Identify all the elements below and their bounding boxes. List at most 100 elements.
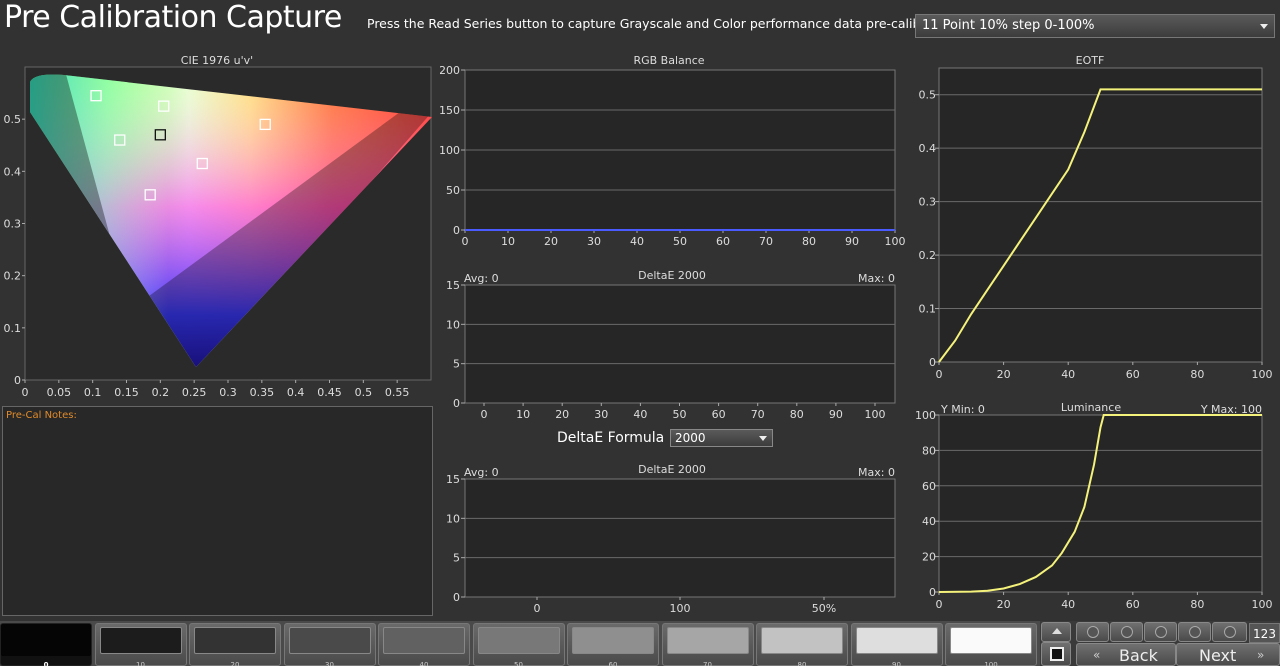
y-tick-label: 0.1 — [919, 303, 937, 316]
back-button[interactable]: « Back — [1076, 643, 1176, 666]
y-tick-label: 150 — [440, 104, 460, 117]
patch-swatch[interactable]: 50 — [472, 623, 565, 666]
read-series-button[interactable] — [1110, 622, 1143, 642]
patch-label: 80 — [797, 661, 807, 666]
patch-label: 0 — [43, 661, 49, 666]
patch-swatch[interactable]: 80 — [756, 623, 848, 666]
x-tick-label: 0 — [936, 598, 943, 611]
y-tick-label: 0.4 — [4, 165, 22, 178]
patch-label: 60 — [608, 661, 618, 666]
double-chevron-right-icon: » — [1257, 648, 1265, 662]
luminance-ymin: Y Min: 0 — [940, 403, 985, 416]
x-tick-label: 40 — [1061, 368, 1075, 381]
x-tick-label: 100 — [885, 235, 906, 248]
patch-color-chip — [855, 627, 938, 654]
deltae-gray-max: Max: 0 — [858, 272, 895, 285]
x-tick-label: 70 — [751, 408, 765, 418]
x-tick-label: 60 — [716, 235, 730, 248]
chevron-down-icon — [1260, 24, 1268, 29]
patch-label: 90 — [892, 661, 901, 666]
x-tick-label: 20 — [997, 368, 1011, 381]
x-tick-label: 40 — [630, 235, 644, 248]
x-tick-label: 70 — [759, 235, 773, 248]
patch-label: 70 — [703, 661, 712, 666]
y-tick-label: 0 — [453, 397, 460, 410]
continuous-button[interactable] — [1178, 622, 1211, 642]
x-tick-label: 0.2 — [152, 386, 170, 399]
patch-swatch[interactable]: 70 — [661, 623, 754, 666]
patch-color-chip — [1, 624, 91, 656]
x-tick-label: 90 — [829, 408, 843, 418]
x-tick-label: 10 — [501, 235, 515, 248]
y-tick-label: 20 — [922, 551, 936, 564]
x-tick-label: 0.45 — [317, 386, 342, 399]
x-tick-label: 100 — [1252, 368, 1273, 381]
patch-swatch[interactable]: 40 — [378, 623, 470, 666]
patch-swatch[interactable]: 0 — [0, 623, 92, 666]
patch-color-chip — [383, 627, 465, 654]
x-tick-label: 100 — [670, 602, 691, 614]
x-tick-label: 0.1 — [84, 386, 102, 399]
y-tick-label: 0.2 — [4, 270, 22, 283]
patch-label: 20 — [230, 661, 240, 666]
read-stop-button[interactable] — [1076, 622, 1109, 642]
series-dropdown[interactable]: 11 Point 10% step 0-100% — [915, 14, 1275, 38]
y-tick-label: 5 — [453, 552, 460, 565]
patch-swatch[interactable]: 90 — [850, 623, 943, 666]
y-tick-label: 10 — [446, 318, 460, 331]
x-tick-label: 0.25 — [182, 386, 207, 399]
y-tick-label: 100 — [915, 409, 936, 422]
x-tick-label: 60 — [1126, 368, 1140, 381]
patch-swatch[interactable]: 10 — [94, 623, 187, 666]
x-tick-label: 30 — [587, 235, 601, 248]
y-tick-label: 0.3 — [919, 196, 937, 209]
x-tick-label: 80 — [802, 235, 816, 248]
x-tick-label: 0 — [462, 235, 469, 248]
scroll-up-button[interactable] — [1041, 622, 1071, 642]
double-chevron-left-icon: « — [1093, 648, 1101, 662]
x-tick-label: 60 — [712, 408, 726, 418]
y-tick-label: 15 — [446, 279, 460, 292]
x-tick-label: 80 — [1190, 598, 1204, 611]
x-tick-label: 0 — [936, 368, 943, 381]
patch-color-chip — [666, 627, 749, 654]
refresh-button[interactable] — [1212, 622, 1247, 642]
x-tick-label: 0.4 — [287, 386, 305, 399]
patch-swatch[interactable]: 100 — [945, 623, 1037, 666]
x-tick-label: 80 — [790, 408, 804, 418]
save-button[interactable] — [1144, 622, 1177, 642]
y-tick-label: 60 — [922, 480, 936, 493]
x-tick-label: 100 — [1252, 598, 1273, 611]
y-tick-label: 40 — [922, 515, 936, 528]
stop-button[interactable] — [1041, 642, 1071, 666]
deltae-gray-avg: Avg: 0 — [464, 272, 499, 285]
count-display: 123 — [1249, 623, 1280, 643]
x-tick-label: 10 — [516, 408, 530, 418]
stop-icon — [1050, 647, 1064, 661]
x-tick-label: 20 — [997, 598, 1011, 611]
patch-swatch[interactable]: 20 — [189, 623, 281, 666]
x-tick-label: 0.35 — [250, 386, 275, 399]
x-tick-label: 40 — [1061, 598, 1075, 611]
next-button[interactable]: Next » — [1176, 643, 1280, 666]
chevron-down-icon — [759, 436, 767, 441]
back-label: Back — [1119, 646, 1158, 665]
x-tick-label: 0 — [534, 602, 541, 614]
patch-swatch[interactable]: 30 — [283, 623, 376, 666]
y-tick-label: 0.5 — [919, 89, 937, 102]
deltae-formula-label: DeltaE Formula — [557, 430, 665, 446]
x-tick-label: 100 — [865, 408, 886, 418]
x-tick-label: 0 — [22, 386, 29, 399]
page-title: Pre Calibration Capture — [4, 0, 342, 35]
patch-swatch[interactable]: 60 — [567, 623, 659, 666]
deltae-formula-dropdown[interactable]: 2000 — [670, 429, 773, 447]
patch-label: 100 — [984, 661, 998, 666]
play-icon — [1120, 626, 1133, 638]
rgb-balance-title: RGB Balance — [633, 54, 704, 67]
deltae-gray-title: DeltaE 2000 — [638, 269, 706, 282]
y-tick-label: 0 — [14, 374, 21, 387]
eotf-chart: EOTF 00.10.20.30.40.50 20 40 60 80 100 — [919, 54, 1273, 381]
y-tick-label: 5 — [453, 358, 460, 371]
pre-cal-notes[interactable]: Pre-Cal Notes: — [2, 406, 433, 616]
x-tick-label: 0.3 — [219, 386, 237, 399]
